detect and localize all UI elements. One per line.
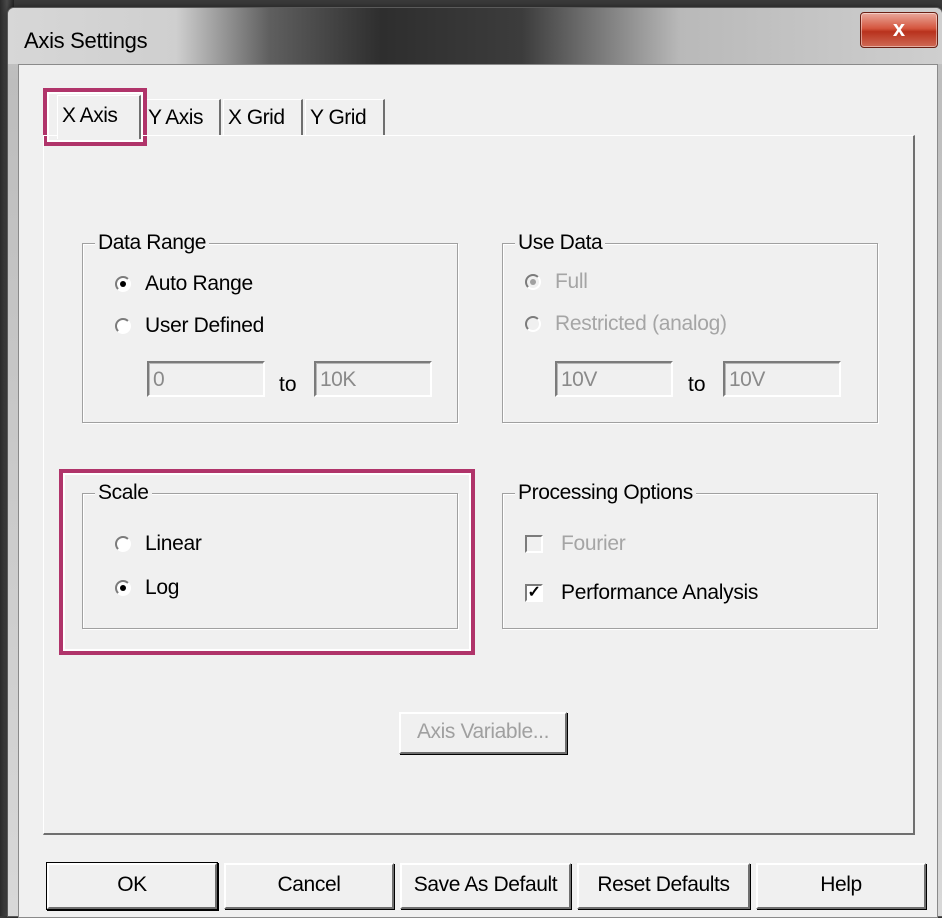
title-bar[interactable]: Axis Settings x [8,8,942,64]
restricted-radio[interactable]: Restricted (analog) [525,311,727,337]
range-to-label: to [279,373,297,396]
tab-x-axis-label: X Axis [62,104,118,127]
dialog-client-area: X Axis Y Axis X Grid Y Grid Data Range A… [18,64,938,918]
tab-y-grid-label: Y Grid [310,106,367,129]
fourier-checkbox[interactable]: Fourier [525,531,626,557]
performance-analysis-label: Performance Analysis [561,581,759,604]
tab-x-grid[interactable]: X Grid [223,99,303,135]
linear-radio-indicator[interactable] [115,536,131,552]
fourier-check-indicator[interactable] [525,535,543,553]
close-icon: x [892,16,906,41]
ok-button[interactable]: OK [47,863,217,909]
restricted-label: Restricted (analog) [555,312,727,335]
tab-x-axis[interactable]: X Axis [57,95,141,139]
tab-y-axis-label: Y Axis [148,106,203,129]
cancel-button[interactable]: Cancel [224,863,394,909]
window-title: Axis Settings [24,28,148,53]
user-defined-label: User Defined [145,314,264,337]
full-label: Full [555,270,588,293]
full-radio-indicator[interactable] [525,274,541,290]
tab-x-grid-label: X Grid [228,106,285,129]
log-label: Log [145,576,180,599]
tab-y-axis[interactable]: Y Axis [143,99,221,135]
performance-analysis-checkbox[interactable]: ✓ Performance Analysis [525,580,758,606]
auto-range-radio-indicator[interactable] [115,276,131,292]
axis-variable-button[interactable]: Axis Variable... [399,712,567,754]
use-data-to-field[interactable]: 10V [723,361,841,397]
checkmark-icon[interactable]: ✓ [525,584,543,602]
use-data-title: Use Data [515,230,606,256]
tab-y-grid[interactable]: Y Grid [305,99,385,135]
log-radio-indicator[interactable] [115,580,131,596]
close-button[interactable]: x [860,12,938,48]
restricted-radio-indicator[interactable] [525,316,541,332]
user-defined-radio[interactable]: User Defined [115,313,264,339]
fourier-label: Fourier [561,532,626,555]
reset-defaults-button[interactable]: Reset Defaults [577,863,750,909]
user-defined-radio-indicator[interactable] [115,318,131,334]
range-to-field[interactable]: 10K [314,361,432,397]
processing-options-title: Processing Options [515,480,696,506]
auto-range-radio[interactable]: Auto Range [115,271,253,297]
linear-radio[interactable]: Linear [115,531,202,557]
log-radio[interactable]: Log [115,575,179,601]
scale-group: Scale [82,480,458,629]
use-data-from-field[interactable]: 10V [555,361,673,397]
axis-settings-dialog: Axis Settings x X Axis Y Axis X Grid Y G… [8,8,942,918]
linear-label: Linear [145,532,202,555]
full-radio[interactable]: Full [525,269,588,295]
use-data-to-label: to [688,373,706,396]
help-button[interactable]: Help [756,863,926,909]
processing-options-group: Processing Options [502,480,878,629]
save-as-default-button[interactable]: Save As Default [400,863,571,909]
auto-range-label: Auto Range [145,272,253,295]
data-range-title: Data Range [95,230,210,256]
scale-title: Scale [95,480,152,506]
range-from-field[interactable]: 0 [147,361,265,397]
